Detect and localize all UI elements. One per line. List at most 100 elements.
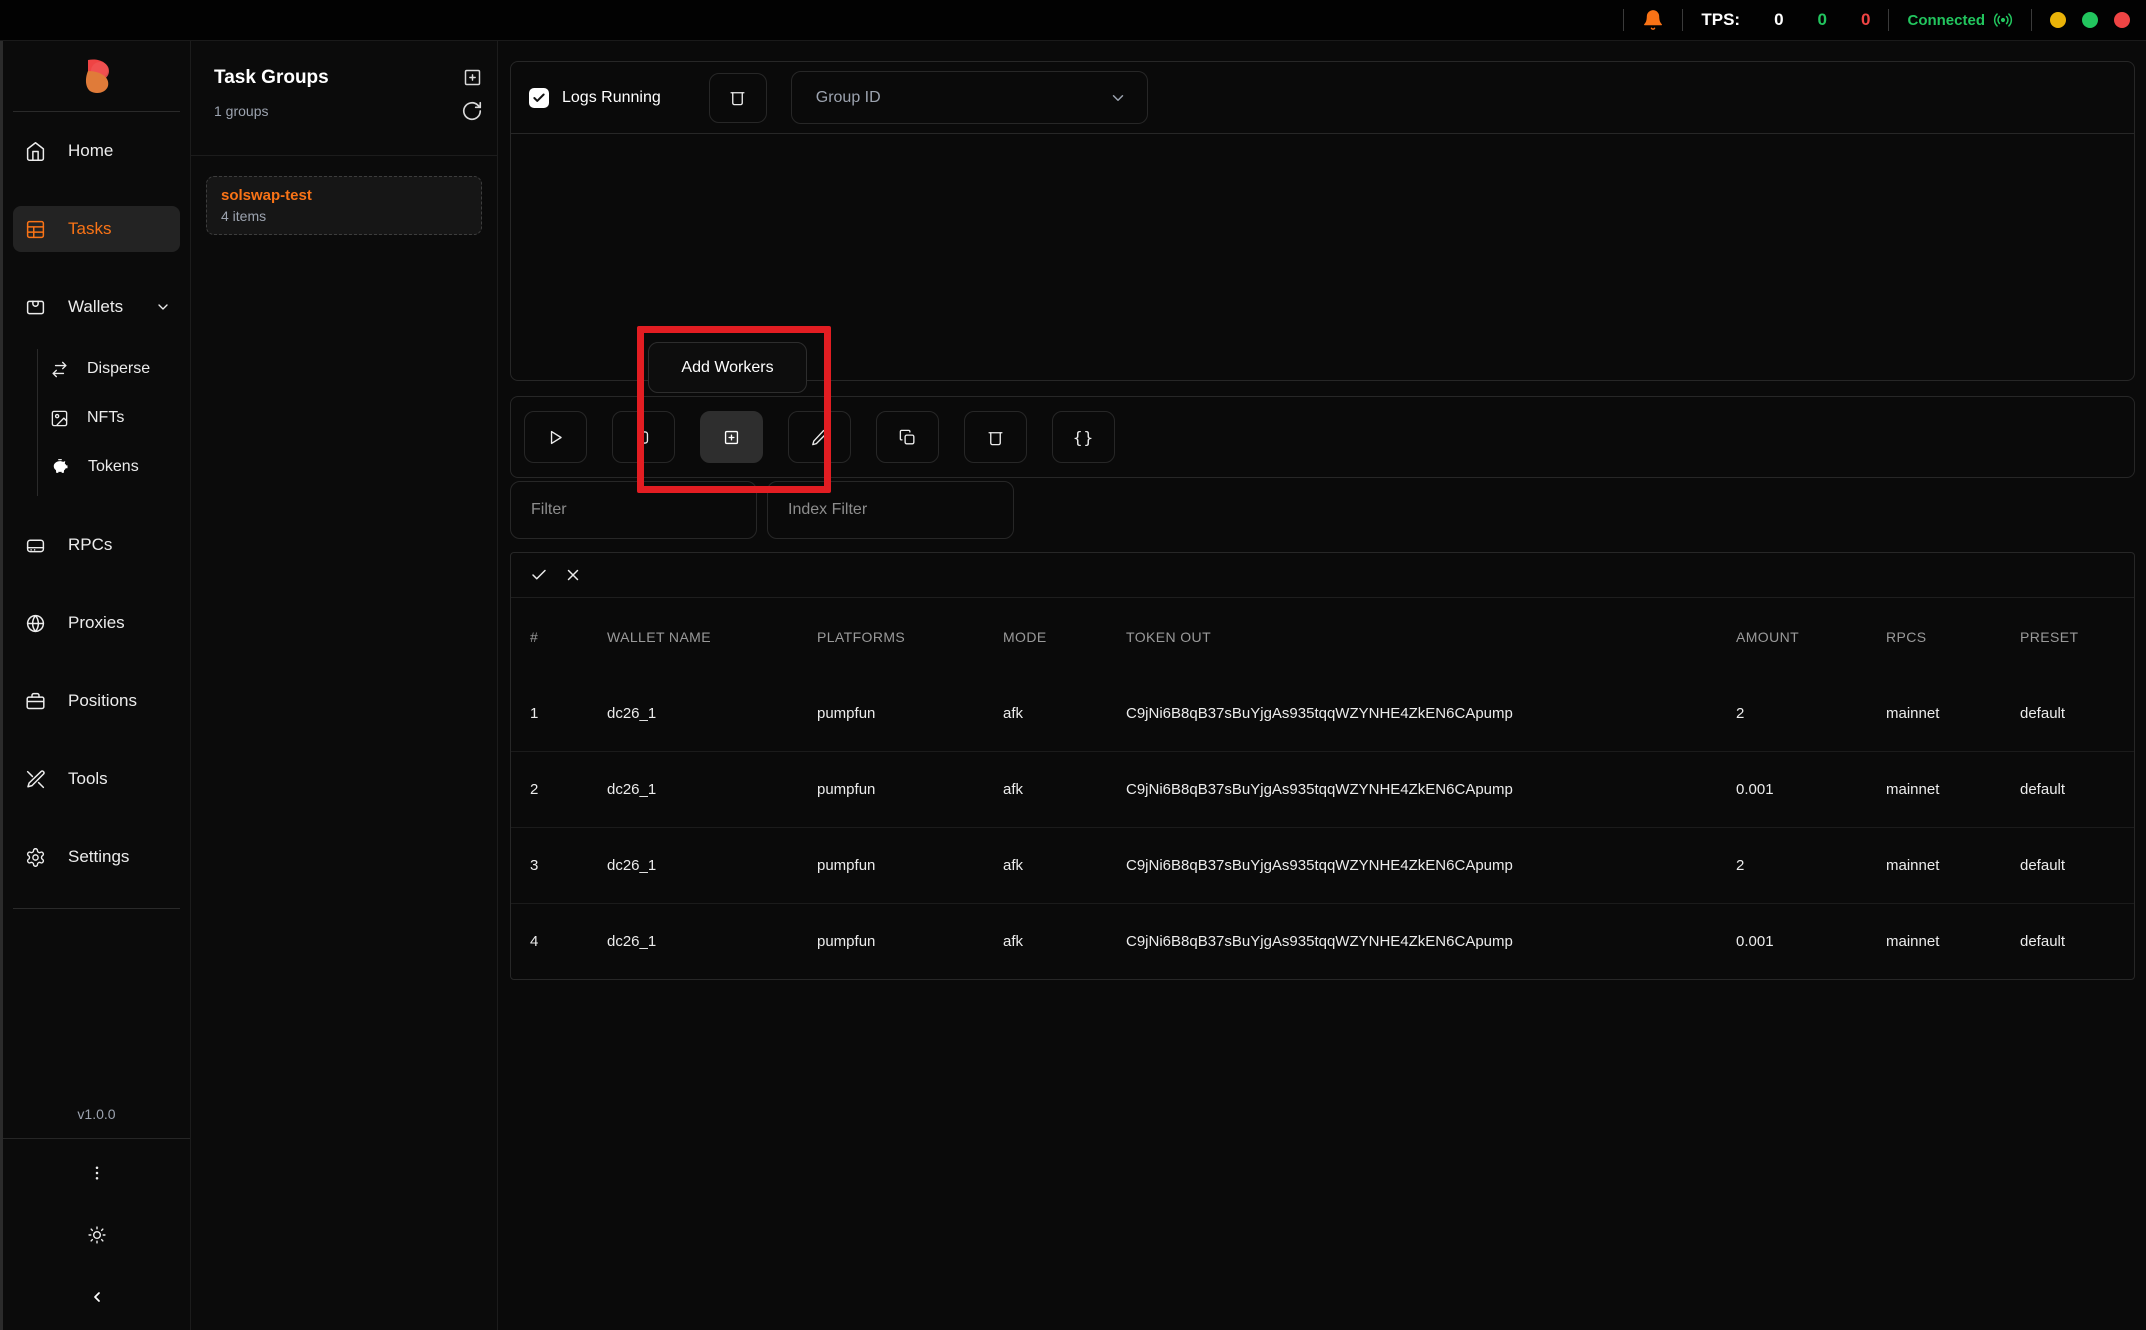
table-row[interactable]: 3 dc26_1 pumpfun afk C9jNi6B8qB37sBuYjgA… [511, 828, 2134, 904]
divider [13, 111, 180, 112]
sidebar-item-proxies[interactable]: Proxies [13, 600, 180, 646]
duplicate-workers-button[interactable] [876, 411, 939, 463]
cell-rpcs[interactable]: mainnet [1885, 676, 2019, 752]
start-workers-button[interactable] [524, 411, 587, 463]
sidebar-item-tokens[interactable]: Tokens [38, 447, 180, 487]
cell-token-out[interactable]: C9jNi6B8qB37sBuYjgAs935tqqWZYNHE4ZkEN6CA… [1125, 752, 1735, 828]
tps-label: TPS: [1701, 10, 1740, 30]
edit-json-button[interactable]: {} [1052, 411, 1115, 463]
sidebar-item-tasks[interactable]: Tasks [13, 206, 180, 252]
collapse-sidebar-button[interactable] [77, 1277, 117, 1317]
cell-rpcs[interactable]: mainnet [1885, 752, 2019, 828]
close-light-button[interactable] [2114, 12, 2130, 28]
table-header-row: # WALLET NAME PLATFORMS MODE TOKEN OUT A… [511, 598, 2134, 676]
sidebar-item-home[interactable]: Home [13, 128, 180, 174]
cell-rpcs[interactable]: mainnet [1885, 904, 2019, 980]
cell-token-out[interactable]: C9jNi6B8qB37sBuYjgAs935tqqWZYNHE4ZkEN6CA… [1125, 904, 1735, 980]
cell-wallet-name[interactable]: dc26_1 [606, 904, 816, 980]
cell-rpcs[interactable]: mainnet [1885, 828, 2019, 904]
panel-title: Task Groups [214, 67, 329, 89]
group-items-count: 4 items [221, 208, 467, 224]
add-group-button[interactable] [462, 67, 483, 88]
cell-preset[interactable]: default [2019, 904, 2134, 980]
delete-workers-button[interactable] [964, 411, 1027, 463]
cell-mode[interactable]: afk [1002, 752, 1125, 828]
sidebar-item-disperse[interactable]: Disperse [38, 349, 180, 389]
cell-index[interactable]: 4 [511, 904, 606, 980]
cell-index[interactable]: 2 [511, 752, 606, 828]
sidebar-item-label: Settings [68, 847, 129, 867]
wallet-icon [25, 297, 46, 318]
cell-preset[interactable]: default [2019, 828, 2134, 904]
cell-amount[interactable]: 2 [1735, 828, 1885, 904]
cell-amount[interactable]: 0.001 [1735, 904, 1885, 980]
select-all-button[interactable] [530, 566, 548, 584]
theme-toggle-button[interactable] [77, 1215, 117, 1255]
sidebar-item-positions[interactable]: Positions [13, 678, 180, 724]
sidebar-item-label: RPCs [68, 535, 112, 555]
notifications-button[interactable] [1642, 9, 1664, 31]
cell-wallet-name[interactable]: dc26_1 [606, 828, 816, 904]
bell-icon [1642, 9, 1664, 31]
cell-mode[interactable]: afk [1002, 828, 1125, 904]
refresh-groups-button[interactable] [461, 100, 483, 122]
logs-running-checkbox[interactable] [529, 88, 549, 108]
cell-mode[interactable]: afk [1002, 904, 1125, 980]
cell-wallet-name[interactable]: dc26_1 [606, 676, 816, 752]
cell-index[interactable]: 3 [511, 828, 606, 904]
cell-preset[interactable]: default [2019, 752, 2134, 828]
cell-index[interactable]: 1 [511, 676, 606, 752]
sidebar-item-label: Tokens [88, 458, 139, 476]
trash-icon [728, 88, 747, 107]
sidebar-item-label: Wallets [68, 297, 123, 317]
image-icon [50, 409, 69, 428]
refresh-icon [461, 100, 483, 122]
square-plus-icon [462, 67, 483, 88]
topbar: TPS: 0 0 0 Connected [0, 0, 2146, 41]
clear-logs-button[interactable] [709, 73, 767, 123]
logs-running-label: Logs Running [562, 89, 661, 107]
index-filter-input[interactable] [767, 481, 1014, 539]
table-icon [25, 219, 46, 240]
sidebar-nav: Home Tasks Walle [3, 128, 190, 912]
group-card-solswap-test[interactable]: solswap-test 4 items [206, 176, 482, 235]
col-header-rpcs: RPCS [1885, 598, 2019, 676]
filter-input[interactable] [510, 481, 757, 539]
radio-signal-icon [1993, 10, 2013, 30]
cell-wallet-name[interactable]: dc26_1 [606, 752, 816, 828]
filter-row [510, 481, 2135, 539]
stop-workers-button[interactable] [612, 411, 675, 463]
edit-workers-button[interactable] [788, 411, 851, 463]
cell-platforms[interactable]: pumpfun [816, 752, 1002, 828]
group-id-select[interactable]: Group ID [791, 71, 1148, 124]
app-window: TPS: 0 0 0 Connected [0, 0, 2146, 1330]
sidebar-item-rpcs[interactable]: RPCs [13, 522, 180, 568]
cell-token-out[interactable]: C9jNi6B8qB37sBuYjgAs935tqqWZYNHE4ZkEN6CA… [1125, 828, 1735, 904]
sidebar-item-nfts[interactable]: NFTs [38, 398, 180, 438]
cell-amount[interactable]: 2 [1735, 676, 1885, 752]
deselect-all-button[interactable] [564, 566, 582, 584]
sidebar: Home Tasks Walle [3, 41, 191, 1330]
maximize-light-button[interactable] [2082, 12, 2098, 28]
divider [2031, 9, 2032, 31]
minimize-light-button[interactable] [2050, 12, 2066, 28]
cell-amount[interactable]: 0.001 [1735, 752, 1885, 828]
table-row[interactable]: 2 dc26_1 pumpfun afk C9jNi6B8qB37sBuYjgA… [511, 752, 2134, 828]
cell-platforms[interactable]: pumpfun [816, 904, 1002, 980]
divider [1623, 9, 1624, 31]
overflow-menu-button[interactable] [77, 1153, 117, 1193]
sidebar-item-settings[interactable]: Settings [13, 834, 180, 880]
cell-token-out[interactable]: C9jNi6B8qB37sBuYjgAs935tqqWZYNHE4ZkEN6CA… [1125, 676, 1735, 752]
table-row[interactable]: 1 dc26_1 pumpfun afk C9jNi6B8qB37sBuYjgA… [511, 676, 2134, 752]
play-icon [546, 428, 565, 447]
cell-mode[interactable]: afk [1002, 676, 1125, 752]
group-id-placeholder: Group ID [816, 89, 881, 107]
table-row[interactable]: 4 dc26_1 pumpfun afk C9jNi6B8qB37sBuYjgA… [511, 904, 2134, 980]
sidebar-item-tools[interactable]: Tools [13, 756, 180, 802]
logo-icon [80, 58, 114, 96]
add-workers-button[interactable] [700, 411, 763, 463]
cell-platforms[interactable]: pumpfun [816, 828, 1002, 904]
cell-platforms[interactable]: pumpfun [816, 676, 1002, 752]
sidebar-item-wallets[interactable]: Wallets [13, 284, 180, 330]
cell-preset[interactable]: default [2019, 676, 2134, 752]
